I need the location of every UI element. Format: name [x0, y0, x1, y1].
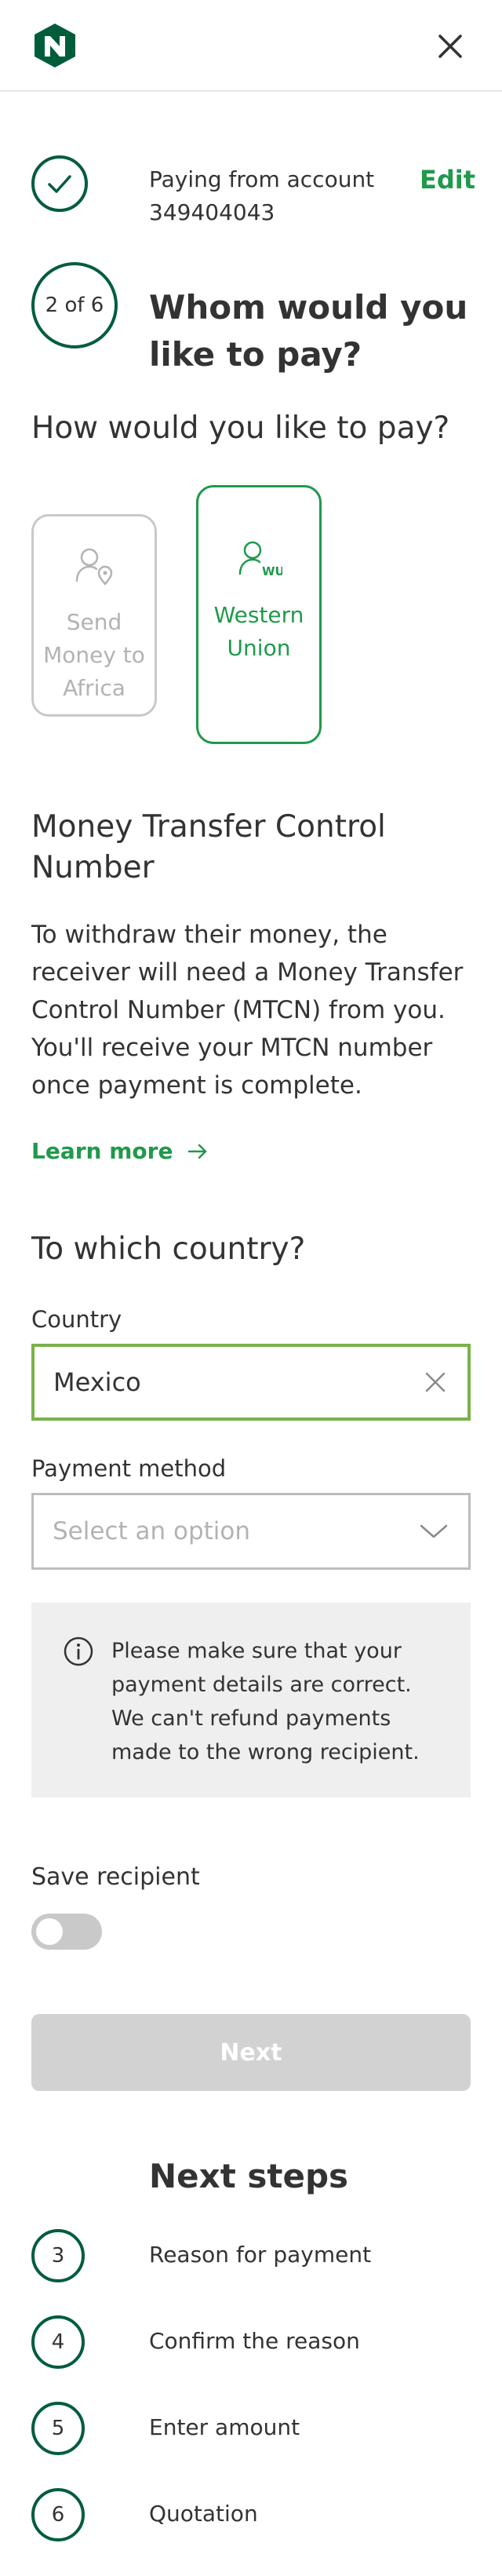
nedbank-logo-icon	[31, 22, 78, 69]
step-label-quotation: Quotation	[149, 2501, 258, 2527]
next-steps-heading: Next steps	[149, 2157, 349, 2195]
payment-method-placeholder: Select an option	[53, 1517, 251, 1545]
step-label-reason-for-payment: Reason for payment	[149, 2242, 372, 2268]
svg-text:WU: WU	[262, 564, 282, 578]
country-question: To which country?	[31, 1231, 306, 1267]
toggle-knob	[36, 1918, 63, 1945]
country-input[interactable]: Mexico	[31, 1344, 471, 1421]
info-line1: Please make sure that your	[111, 1639, 402, 1663]
chevron-down-icon	[420, 1524, 448, 1538]
payment-method-select[interactable]: Select an option	[31, 1493, 471, 1570]
info-icon	[64, 1636, 93, 1666]
save-recipient-label: Save recipient	[31, 1863, 200, 1891]
step-number-3: 3	[31, 2229, 85, 2282]
step-number-4: 4	[31, 2315, 85, 2369]
option-label-line3: Africa	[63, 675, 126, 701]
payment-type-question: How would you like to pay?	[31, 410, 450, 446]
option-label-line1: Western	[213, 602, 304, 628]
page-title-line1: Whom would you	[149, 288, 468, 327]
save-recipient-toggle[interactable]	[31, 1914, 102, 1950]
page-title: Whom would you like to pay?	[149, 284, 478, 378]
info-text: Please make sure that your payment detai…	[111, 1634, 420, 1797]
mtcn-heading-line1: Money Transfer Control	[31, 809, 386, 845]
step-label-enter-amount: Enter amount	[149, 2414, 300, 2440]
step-number-6: 6	[31, 2488, 85, 2541]
info-line3: We can't refund payments	[111, 1706, 391, 1731]
paying-from-account: Paying from account 349404043	[149, 163, 374, 229]
person-western-union-icon: WU	[238, 541, 282, 578]
country-value: Mexico	[53, 1367, 141, 1397]
step-label-confirm-the-reason: Confirm the reason	[149, 2328, 360, 2354]
account-number: 349404043	[149, 199, 275, 225]
option-label-line1: Send	[66, 609, 122, 635]
mtcn-line2: receiver will need a Money Transfer	[31, 958, 464, 987]
learn-more-link[interactable]: Learn more	[31, 1138, 209, 1164]
payment-method-label: Payment method	[31, 1455, 227, 1482]
mtcn-line5: once payment is complete.	[31, 1071, 362, 1100]
learn-more-label: Learn more	[31, 1138, 173, 1164]
page-title-line2: like to pay?	[149, 335, 362, 374]
info-line4: made to the wrong recipient.	[111, 1740, 420, 1764]
edit-link[interactable]: Edit	[420, 165, 475, 195]
close-icon[interactable]	[432, 28, 468, 64]
mtcn-heading-line2: Number	[31, 850, 155, 885]
step-number-5: 5	[31, 2402, 85, 2455]
info-line2: payment details are correct.	[111, 1673, 412, 1697]
paying-from-label: Paying from account	[149, 166, 375, 192]
mtcn-line4: You'll receive your MTCN number	[31, 1034, 433, 1062]
info-notice: Please make sure that your payment detai…	[31, 1603, 471, 1797]
arrow-right-icon	[188, 1144, 207, 1158]
country-label: Country	[31, 1306, 122, 1333]
mtcn-heading: Money Transfer Control Number	[31, 807, 471, 888]
option-send-money-to-africa[interactable]: Send Money to Africa	[31, 514, 157, 717]
check-icon	[48, 175, 71, 193]
option-label-line2: Money to	[43, 642, 145, 668]
completed-step-indicator	[31, 155, 88, 212]
option-western-union[interactable]: WU Western Union	[196, 485, 322, 744]
clear-icon[interactable]	[422, 1369, 449, 1396]
person-location-icon	[75, 548, 113, 586]
current-step-indicator: 2 of 6	[31, 262, 118, 348]
mtcn-description: To withdraw their money, the receiver wi…	[31, 916, 478, 1104]
option-label-line2: Union	[227, 635, 291, 661]
mtcn-line3: Control Number (MTCN) from you.	[31, 996, 446, 1024]
mtcn-line1: To withdraw their money, the	[31, 921, 387, 949]
next-button[interactable]: Next	[31, 2014, 471, 2091]
